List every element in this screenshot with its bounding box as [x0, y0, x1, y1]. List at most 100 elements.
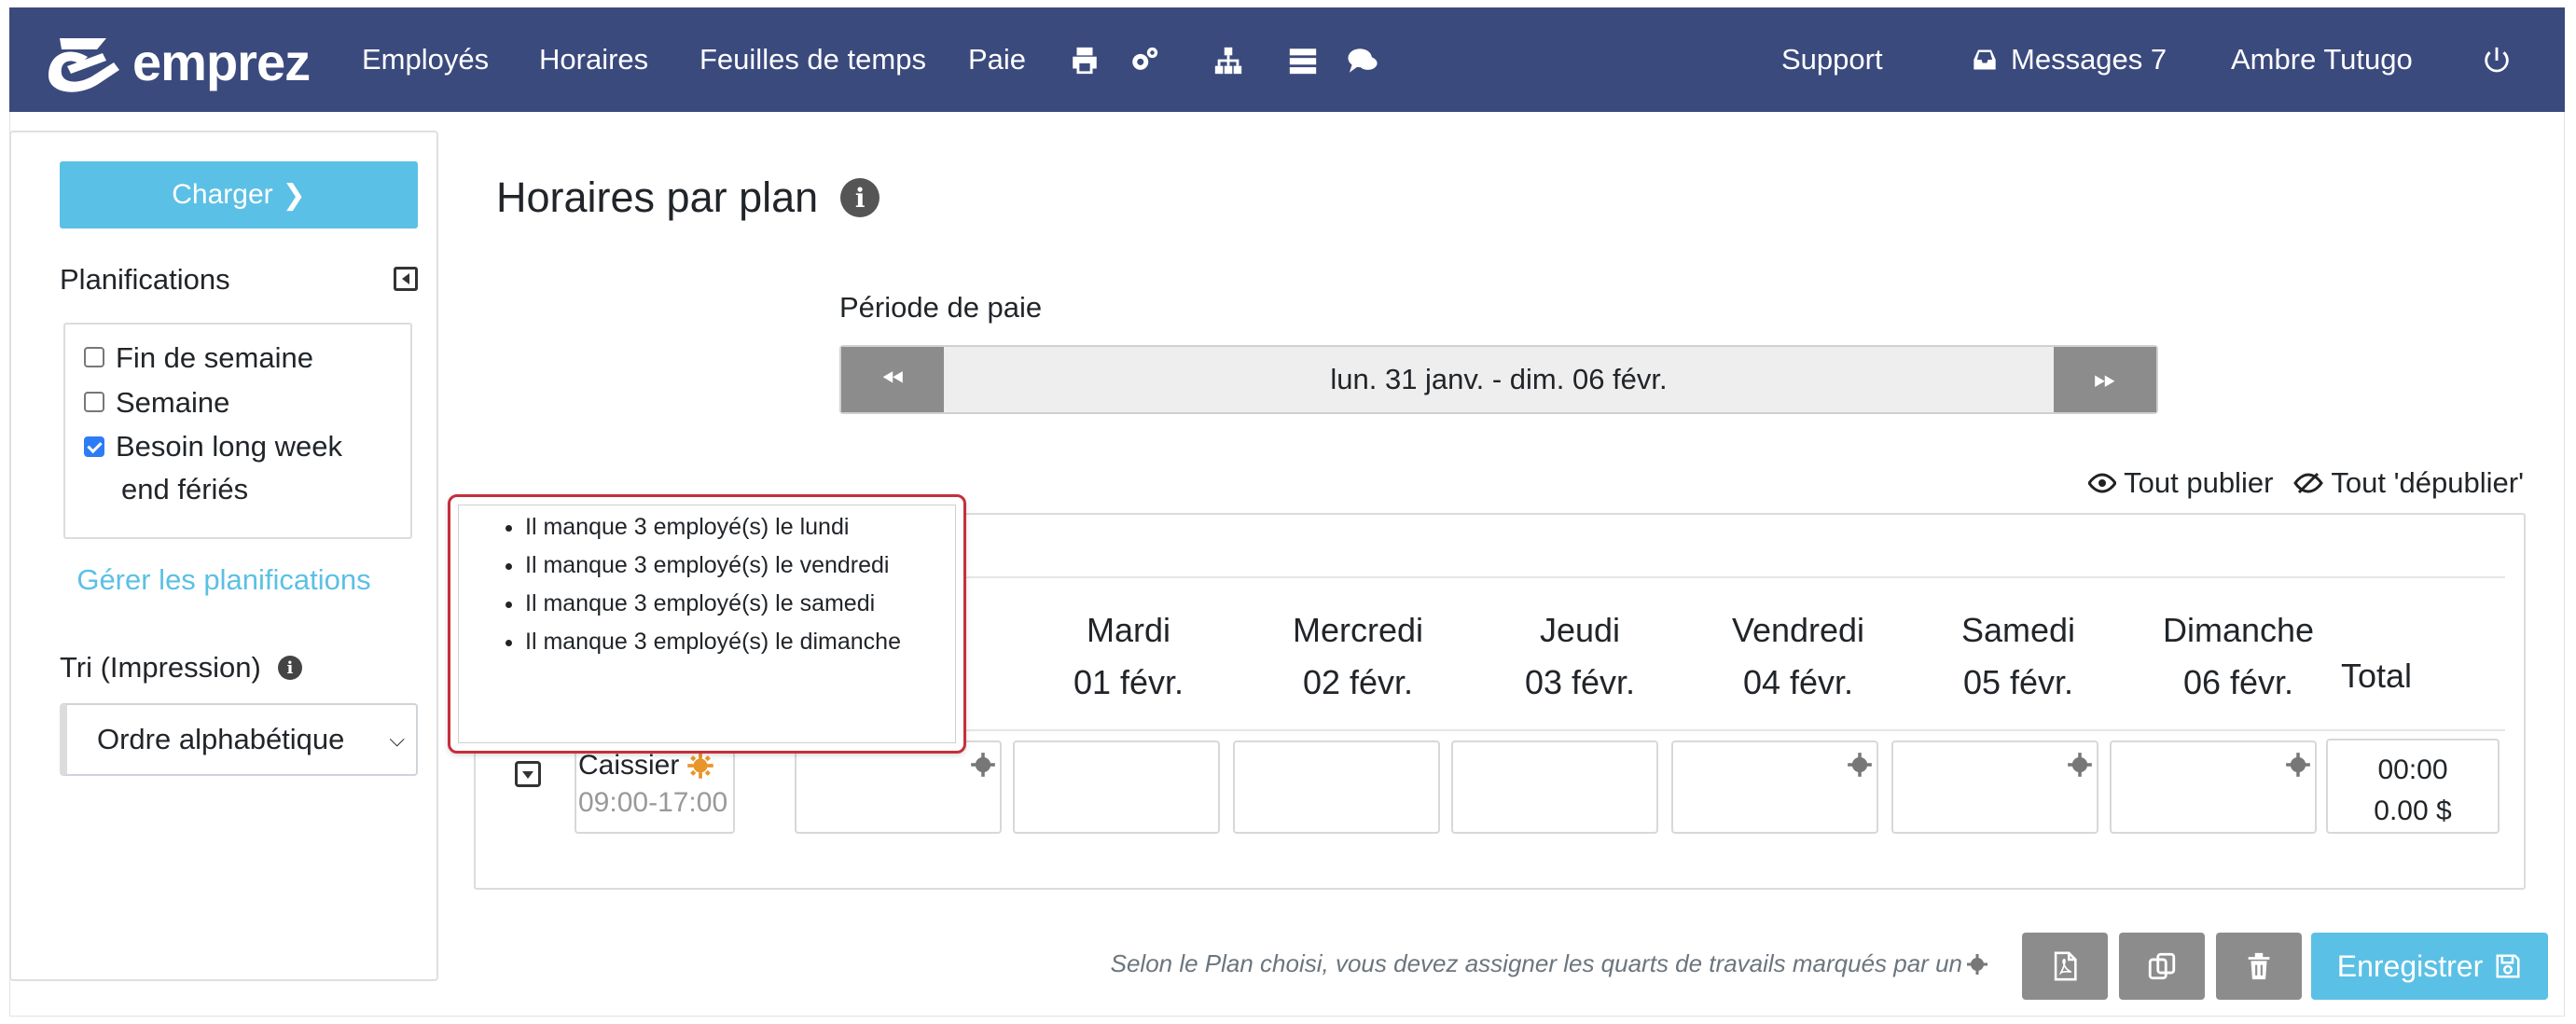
required-gear-icon [687, 753, 714, 779]
shift-cell-mardi[interactable] [1013, 740, 1220, 834]
nav-feuilles-de-temps[interactable]: Feuilles de temps [699, 7, 926, 112]
shift-label-cell[interactable]: Caissier 09:00-17:00 [575, 740, 735, 834]
cogs-icon[interactable] [1129, 45, 1160, 76]
chevron-right-icon: ❯ [282, 179, 306, 211]
copy-button[interactable] [2119, 933, 2205, 1000]
required-gear-icon [2286, 753, 2310, 777]
shift-cell-jeudi[interactable] [1451, 740, 1658, 834]
shift-cell-mercredi[interactable] [1233, 740, 1440, 834]
inbox-icon [1974, 49, 1996, 70]
info-icon[interactable]: i [840, 178, 880, 217]
nav-paie[interactable]: Paie [968, 7, 1026, 112]
load-button[interactable]: Charger ❯ [60, 161, 418, 228]
shift-name-row: Caissier [578, 750, 733, 782]
sort-select[interactable]: Ordre alphabétique ⌵ [60, 703, 418, 776]
load-button-label: Charger [172, 179, 273, 210]
plan-item-fin-de-semaine[interactable]: Fin de semaine [84, 341, 313, 375]
day-name: Dimanche [2162, 611, 2315, 649]
next-period-button[interactable]: ⏩︎ [2054, 347, 2156, 412]
brand-name: emprez [132, 32, 311, 91]
plan-item-semaine[interactable]: Semaine [84, 386, 229, 420]
comments-icon[interactable] [1347, 45, 1378, 76]
eye-slash-icon [2293, 472, 2324, 494]
row-expand-toggle[interactable] [515, 761, 541, 787]
checkbox[interactable] [84, 392, 104, 412]
nav-employes[interactable]: Employés [362, 7, 489, 112]
chevron-down-icon: ⌵ [389, 727, 405, 751]
list-item: Il manque 3 employé(s) le vendredi [525, 547, 963, 585]
shift-name: Caissier [578, 750, 680, 781]
eye-icon [2088, 473, 2117, 493]
plan-label: Besoin long week end fériés [116, 425, 342, 511]
day-header-mercredi: Mercredi 02 févr. [1255, 604, 1461, 709]
day-name: Jeudi [1539, 611, 1621, 649]
day-name: Vendredi [1731, 611, 1865, 649]
required-gear-icon [2068, 753, 2092, 777]
day-header-mardi: Mardi 01 févr. [1054, 604, 1203, 709]
shift-cell-lundi[interactable] [795, 740, 1002, 834]
required-gear-icon [1967, 953, 1987, 975]
fast-forward-icon: ⏩︎ [2094, 364, 2116, 394]
manage-plans-link[interactable]: Gérer les planifications [11, 563, 436, 597]
plans-list: Fin de semaine Semaine Besoin long week … [63, 323, 412, 539]
required-gear-icon [971, 753, 995, 777]
total-amount: 0.00 $ [2374, 796, 2452, 826]
collapse-icon[interactable] [394, 267, 418, 291]
list-item: Il manque 3 employé(s) le dimanche [525, 623, 963, 661]
day-name: Mercredi [1292, 611, 1424, 649]
day-name: Samedi [1960, 611, 2076, 649]
checkbox[interactable] [84, 347, 104, 367]
day-header-samedi: Samedi 05 févr. [1916, 604, 2121, 709]
day-date: 04 févr. [1742, 663, 1854, 701]
floppy-disk-icon [2496, 954, 2520, 978]
nav-support[interactable]: Support [1781, 7, 1883, 112]
shift-cell-vendredi[interactable] [1671, 740, 1878, 834]
file-pdf-icon [2054, 951, 2077, 981]
list-item: Il manque 3 employé(s) le lundi [525, 508, 963, 547]
fast-backward-icon: ⏪︎ [881, 364, 904, 394]
list-item: Il manque 3 employé(s) le samedi [525, 585, 963, 623]
unpublish-all-link[interactable]: Tout 'dépublier' [2293, 466, 2524, 500]
sort-label-row: Tri (Impression) i [60, 651, 302, 685]
footer-note-text: Selon le Plan choisi, vous devez assigne… [1110, 949, 1962, 977]
publish-all-label: Tout publier [2124, 466, 2274, 499]
unpublish-all-label: Tout 'dépublier' [2331, 466, 2524, 499]
save-button[interactable]: Enregistrer [2311, 933, 2548, 1000]
emprez-logo-icon [48, 38, 119, 92]
row-total-cell: 00:00 0.00 $ [2326, 739, 2500, 834]
period-value: lun. 31 janv. - dim. 06 févr. [1330, 363, 1668, 395]
plans-title: Planifications [60, 263, 230, 296]
power-icon[interactable] [2481, 45, 2513, 76]
shift-cell-samedi[interactable] [1891, 740, 2098, 834]
shift-time: 09:00-17:00 [578, 787, 728, 818]
messages-label: Messages 7 [2011, 43, 2167, 76]
page-title: Horaires par plan i [496, 173, 880, 222]
total-hours: 00:00 [2377, 754, 2448, 785]
delete-button[interactable] [2216, 933, 2302, 1000]
day-header-dimanche: Dimanche 06 févr. [2126, 604, 2350, 709]
save-button-label: Enregistrer [2336, 948, 2484, 983]
trash-icon [2248, 952, 2270, 980]
checkbox-checked[interactable] [84, 436, 104, 457]
info-icon[interactable]: i [277, 656, 302, 680]
nav-messages[interactable]: Messages 7 [1972, 7, 2167, 112]
shift-cell-dimanche[interactable] [2110, 740, 2317, 834]
day-date: 06 févr. [2182, 663, 2294, 701]
missing-employees-list: Il manque 3 employé(s) le lundi Il manqu… [450, 497, 963, 661]
publish-all-link[interactable]: Tout publier [2088, 466, 2273, 500]
emprez-logo[interactable]: emprez [41, 26, 311, 97]
day-date: 01 févr. [1073, 663, 1184, 701]
nav-horaires[interactable]: Horaires [539, 7, 648, 112]
previous-period-button[interactable]: ⏪︎ [841, 347, 944, 412]
plan-label-line1: Besoin long week [116, 430, 342, 463]
server-icon[interactable] [1287, 45, 1319, 76]
print-icon[interactable] [1069, 45, 1101, 76]
org-chart-icon[interactable] [1212, 45, 1244, 76]
plan-item-besoin-long-week-end[interactable]: Besoin long week end fériés [84, 430, 342, 511]
day-header-jeudi: Jeudi 03 févr. [1487, 604, 1673, 709]
nav-user[interactable]: Ambre Tutugo [2231, 7, 2413, 112]
export-pdf-button[interactable] [2022, 933, 2108, 1000]
missing-employees-tooltip: Il manque 3 employé(s) le lundi Il manqu… [448, 494, 966, 754]
day-date: 03 févr. [1524, 663, 1636, 701]
required-gear-icon [1848, 753, 1872, 777]
